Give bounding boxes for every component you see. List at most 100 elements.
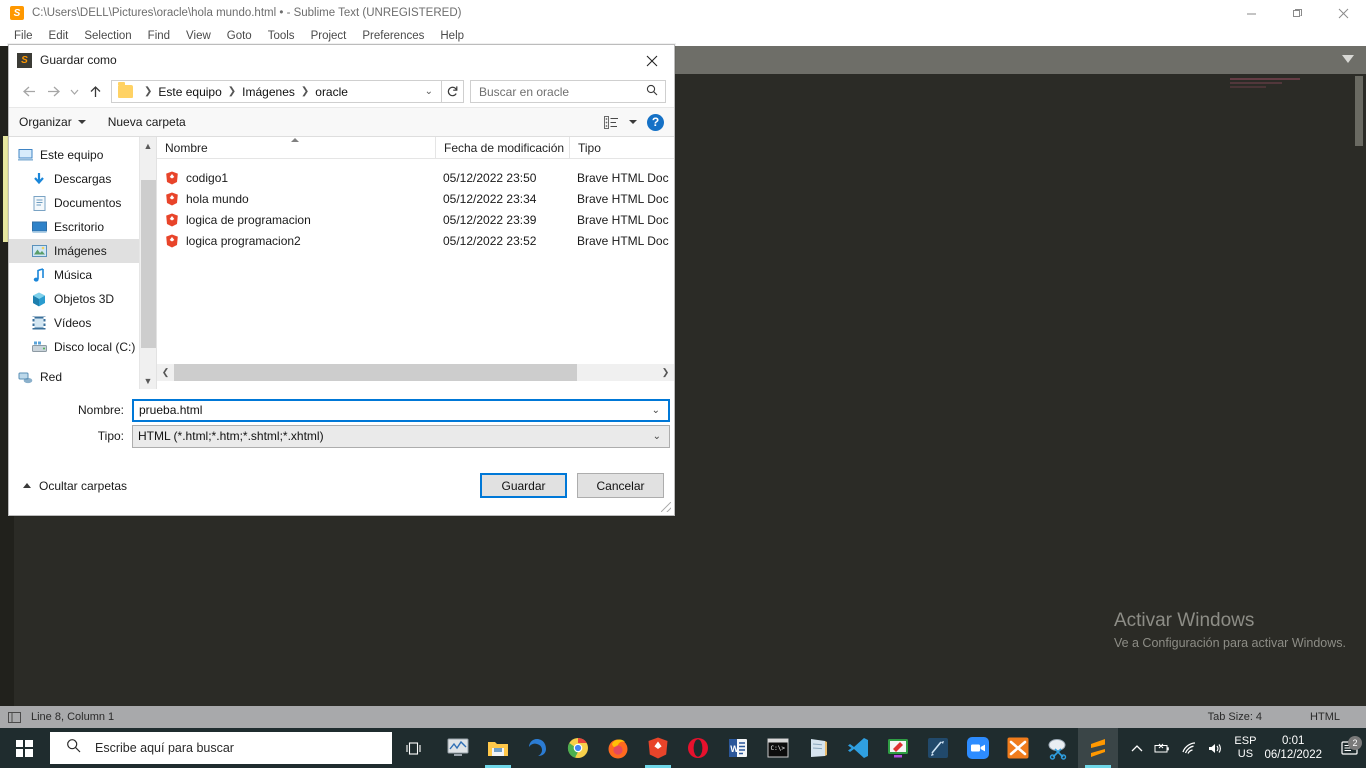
task-view-button[interactable] (392, 741, 438, 756)
column-header-nombre[interactable]: Nombre (157, 137, 435, 159)
taskbar-app-sublime-text[interactable] (1078, 728, 1118, 768)
scroll-right-icon[interactable]: ❯ (657, 367, 674, 378)
taskbar-app-brave[interactable] (638, 728, 678, 768)
taskbar-app-edge[interactable] (518, 728, 558, 768)
chevron-down-icon[interactable]: ⌄ (653, 431, 661, 442)
chevron-down-icon[interactable]: ⌄ (417, 86, 441, 97)
taskbar-app-zoom[interactable] (958, 728, 998, 768)
chevron-down-icon[interactable] (629, 120, 637, 124)
menu-file[interactable]: File (6, 28, 41, 44)
organize-button[interactable]: Organizar (19, 115, 86, 129)
taskbar-app-chrome[interactable] (558, 728, 598, 768)
taskbar-app-notepad[interactable] (798, 728, 838, 768)
sidebar-item-imagenes[interactable]: Imágenes (9, 239, 156, 263)
sidebar-toggle-icon[interactable] (8, 711, 21, 723)
taskbar-app-tool[interactable] (918, 728, 958, 768)
taskbar-app-system-monitor[interactable] (438, 728, 478, 768)
tab-size-indicator[interactable]: Tab Size: 4 (1208, 711, 1262, 723)
dialog-body: Este equipo Descargas Documentos Escrito… (9, 137, 674, 389)
close-icon[interactable] (1320, 0, 1366, 26)
refresh-button[interactable] (442, 80, 464, 103)
minimap[interactable] (1230, 78, 1310, 90)
menu-edit[interactable]: Edit (41, 28, 77, 44)
clock[interactable]: 0:01 06/12/2022 (1264, 734, 1322, 762)
taskbar-app-xampp[interactable] (998, 728, 1038, 768)
menu-selection[interactable]: Selection (76, 28, 139, 44)
help-button[interactable]: ? (647, 113, 664, 131)
sidebar-item-este-equipo[interactable]: Este equipo (9, 143, 156, 167)
scrollbar-thumb[interactable] (141, 180, 156, 348)
menu-project[interactable]: Project (303, 28, 355, 44)
minimize-icon[interactable] (1228, 0, 1274, 26)
new-folder-button[interactable]: Nueva carpeta (108, 115, 186, 129)
syntax-indicator[interactable]: HTML (1310, 711, 1340, 723)
sidebar-item-escritorio[interactable]: Escritorio (9, 215, 156, 239)
sort-ascending-icon (291, 137, 299, 142)
menu-view[interactable]: View (178, 28, 219, 44)
show-hidden-icons-icon[interactable] (1124, 744, 1150, 753)
search-input[interactable]: Buscar en oracle (470, 80, 666, 103)
table-row[interactable]: logica programacion2 05/12/2022 23:52 Br… (157, 230, 674, 251)
taskbar-app-paint[interactable] (878, 728, 918, 768)
scrollbar-thumb[interactable] (174, 364, 577, 381)
sidebar-item-videos[interactable]: Vídeos (9, 311, 156, 335)
taskbar-app-file-explorer[interactable] (478, 728, 518, 768)
resize-grip[interactable] (661, 502, 671, 512)
taskbar-app-firefox[interactable] (598, 728, 638, 768)
menu-find[interactable]: Find (140, 28, 178, 44)
taskbar-app-opera[interactable] (678, 728, 718, 768)
save-button[interactable]: Guardar (480, 473, 567, 498)
forward-button[interactable] (41, 80, 65, 104)
sidebar-item-descargas[interactable]: Descargas (9, 167, 156, 191)
table-row[interactable]: hola mundo 05/12/2022 23:34 Brave HTML D… (157, 188, 674, 209)
scroll-down-icon[interactable]: ▼ (140, 372, 156, 389)
menu-help[interactable]: Help (432, 28, 472, 44)
breadcrumb-este-equipo[interactable]: Este equipo (158, 85, 221, 99)
up-button[interactable] (83, 80, 107, 104)
maximize-icon[interactable] (1274, 0, 1320, 26)
editor-scrollbar[interactable] (1355, 76, 1363, 146)
navpane-scrollbar[interactable]: ▲ ▼ (139, 137, 156, 389)
back-button[interactable] (17, 80, 41, 104)
filename-input[interactable]: prueba.html ⌄ (132, 398, 670, 422)
menu-tools[interactable]: Tools (260, 28, 303, 44)
view-mode-icon[interactable] (604, 115, 619, 129)
taskbar-app-snipping-tool[interactable] (1038, 728, 1078, 768)
scroll-left-icon[interactable]: ❮ (157, 367, 174, 378)
volume-icon[interactable] (1202, 742, 1228, 755)
taskbar-app-word[interactable]: W (718, 728, 758, 768)
chevron-down-icon[interactable] (1342, 55, 1354, 63)
scrollbar-track[interactable] (174, 364, 657, 381)
sidebar-item-red[interactable]: Red (9, 365, 156, 389)
sidebar-item-documentos[interactable]: Documentos (9, 191, 156, 215)
sidebar-item-musica[interactable]: Música (9, 263, 156, 287)
menu-preferences[interactable]: Preferences (354, 28, 432, 44)
language-indicator[interactable]: ESP US (1234, 735, 1256, 761)
wifi-icon[interactable] (1176, 741, 1202, 755)
close-icon[interactable] (629, 45, 674, 76)
column-header-fecha[interactable]: Fecha de modificación (435, 137, 569, 159)
recent-locations-icon[interactable] (65, 80, 83, 104)
breadcrumb-oracle[interactable]: oracle (315, 85, 348, 99)
battery-icon[interactable] (1150, 742, 1176, 755)
breadcrumb-imagenes[interactable]: Imágenes (242, 85, 295, 99)
file-list-hscrollbar[interactable]: ❮ ❯ (157, 364, 674, 381)
scroll-up-icon[interactable]: ▲ (140, 137, 156, 154)
sidebar-item-label: Este equipo (40, 148, 104, 162)
taskbar-app-vscode[interactable] (838, 728, 878, 768)
start-button[interactable] (0, 728, 48, 768)
chevron-down-icon[interactable]: ⌄ (652, 405, 660, 416)
menu-goto[interactable]: Goto (219, 28, 260, 44)
sidebar-item-disco-local[interactable]: Disco local (C:) (9, 335, 156, 359)
notifications-button[interactable]: 2 (1332, 735, 1366, 756)
hide-folders-button[interactable]: Ocultar carpetas (23, 479, 127, 493)
sidebar-item-objetos-3d[interactable]: Objetos 3D (9, 287, 156, 311)
table-row[interactable]: codigo1 05/12/2022 23:50 Brave HTML Doc (157, 167, 674, 188)
address-bar[interactable]: ❯ Este equipo ❯ Imágenes ❯ oracle ⌄ (111, 80, 442, 103)
table-row[interactable]: logica de programacion 05/12/2022 23:39 … (157, 209, 674, 230)
filetype-select[interactable]: HTML (*.html;*.htm;*.shtml;*.xhtml) ⌄ (132, 424, 670, 448)
column-header-tipo[interactable]: Tipo (569, 137, 674, 159)
taskbar-app-command-prompt[interactable]: C:\> (758, 728, 798, 768)
search-input[interactable]: Escribe aquí para buscar (50, 732, 392, 764)
cancel-button[interactable]: Cancelar (577, 473, 664, 498)
